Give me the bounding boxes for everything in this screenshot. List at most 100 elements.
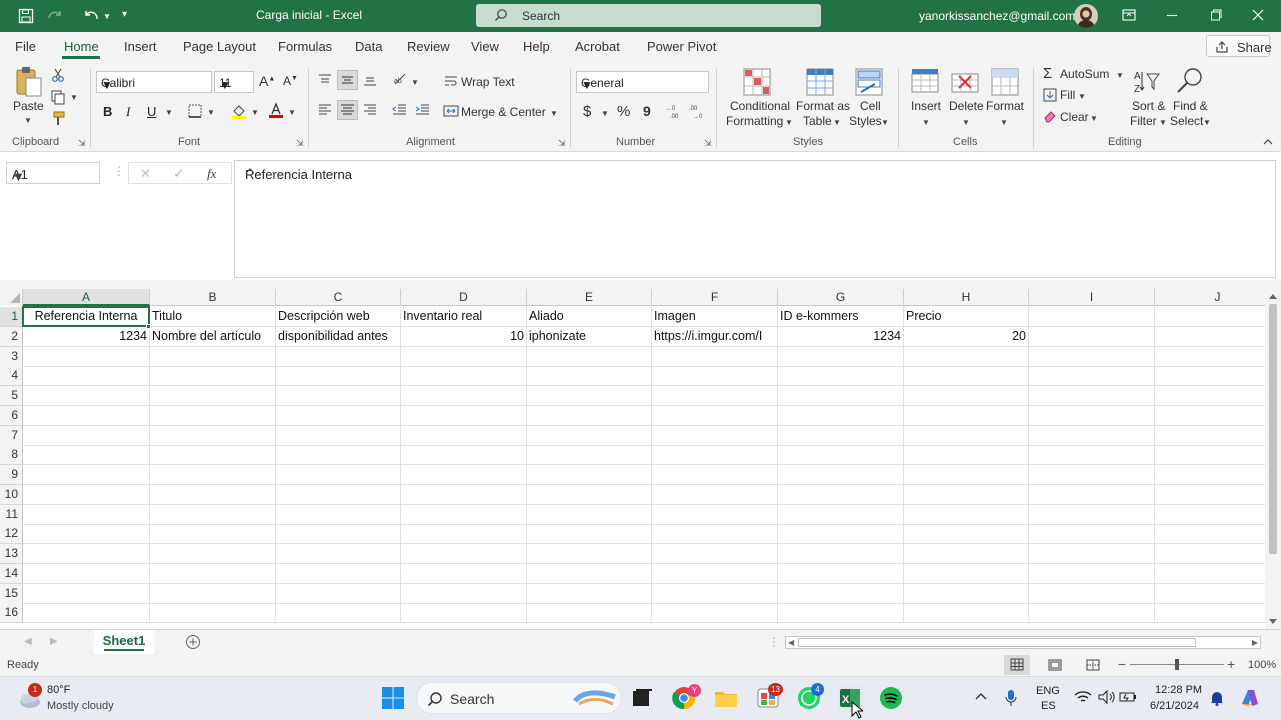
row-header-13[interactable]: 13 [0, 544, 23, 564]
cell-e4[interactable] [527, 366, 652, 387]
cell-a5[interactable] [23, 386, 150, 406]
column-header-a[interactable]: A [23, 289, 150, 306]
cell-e7[interactable] [527, 425, 652, 446]
clock-time[interactable]: 12:28 PM [1155, 684, 1202, 696]
sort-filter-button[interactable]: AZ Sort & Filter ▼ [1127, 66, 1167, 132]
align-middle-icon[interactable] [337, 70, 358, 90]
cell-d1[interactable]: Inventario real [401, 307, 527, 327]
cell-i2[interactable] [1029, 326, 1155, 347]
number-launcher-icon[interactable]: ⇲ [704, 138, 712, 149]
row-header-15[interactable]: 15 [0, 583, 23, 604]
column-header-h[interactable]: H [904, 289, 1029, 306]
cell-a7[interactable] [23, 425, 150, 446]
page-layout-view-icon[interactable] [1048, 659, 1062, 671]
cell-h14[interactable] [904, 563, 1029, 584]
align-center-icon[interactable] [337, 100, 358, 120]
fill-color-dropdown-icon[interactable]: ▼ [251, 108, 259, 117]
format-cells-button[interactable]: Format ▼ [985, 66, 1027, 132]
clear-button[interactable]: Clear [1060, 110, 1089, 124]
row-header-11[interactable]: 11 [0, 504, 23, 525]
tab-data[interactable]: Data [355, 39, 382, 54]
cell-a12[interactable] [23, 524, 150, 545]
tab-view[interactable]: View [471, 39, 499, 54]
cell-d15[interactable] [401, 583, 527, 604]
bold-button[interactable]: B [103, 104, 112, 119]
notification-bell-icon[interactable] [1210, 690, 1224, 706]
cell-g11[interactable] [778, 504, 904, 525]
tab-formulas[interactable]: Formulas [278, 39, 332, 54]
align-top-icon[interactable] [317, 73, 333, 87]
cell-f16[interactable] [652, 603, 778, 624]
cut-icon[interactable] [50, 67, 66, 83]
cell-h16[interactable] [904, 603, 1029, 624]
prev-sheet-icon[interactable]: ◀ [24, 636, 32, 647]
column-header-c[interactable]: C [276, 289, 401, 306]
worksheet-grid[interactable]: A B C D E F G H I J 1 Referencia Interna T… [0, 289, 1265, 629]
confirm-entry-icon[interactable]: ✓ [173, 165, 185, 182]
cell-e16[interactable] [527, 603, 652, 624]
cell-i14[interactable] [1029, 563, 1155, 584]
cell-f14[interactable] [652, 563, 778, 584]
cell-c1[interactable]: Descripción web [276, 307, 401, 327]
cell-d6[interactable] [401, 405, 527, 426]
cell-f11[interactable] [652, 504, 778, 525]
font-family-select[interactable]: Calibri ▼ [96, 71, 212, 93]
horizontal-scroll-thumb[interactable] [798, 638, 1196, 647]
cell-d7[interactable] [401, 425, 527, 446]
cell-i7[interactable] [1029, 425, 1155, 446]
cell-h1[interactable]: Precio [904, 307, 1029, 327]
add-sheet-icon[interactable] [185, 634, 201, 650]
row-header-5[interactable]: 5 [0, 386, 23, 406]
taskbar-search[interactable]: Search [416, 682, 622, 714]
cell-g5[interactable] [778, 386, 904, 406]
insert-cells-button[interactable]: Insert ▼ [906, 66, 946, 132]
windows-start-icon[interactable] [381, 686, 405, 710]
cell-i13[interactable] [1029, 544, 1155, 564]
cell-c2[interactable]: disponibilidad antes [276, 326, 401, 347]
font-size-select[interactable]: 11 ▼ [214, 71, 254, 93]
scroll-right-icon[interactable]: ▶ [1252, 638, 1258, 647]
increase-decimal-icon[interactable]: ←0.00 [666, 103, 682, 119]
cell-i4[interactable] [1029, 366, 1155, 387]
merge-center-button[interactable]: Merge & Center [461, 105, 546, 119]
cell-e11[interactable] [527, 504, 652, 525]
cell-b3[interactable] [150, 346, 276, 367]
currency-dropdown-icon[interactable]: ▼ [601, 109, 609, 118]
font-color-dropdown-icon[interactable]: ▼ [288, 108, 296, 117]
cell-a11[interactable] [23, 504, 150, 525]
cell-e5[interactable] [527, 386, 652, 406]
autosum-dropdown-icon[interactable]: ▼ [1116, 71, 1124, 80]
find-select-button[interactable]: Find & Select ▼ [1169, 66, 1213, 132]
cell-i1[interactable] [1029, 307, 1155, 327]
cancel-entry-icon[interactable]: ✕ [140, 166, 151, 182]
cell-c12[interactable] [276, 524, 401, 545]
cell-c10[interactable] [276, 484, 401, 505]
avatar[interactable] [1074, 4, 1098, 28]
cell-a2[interactable]: 1234 [23, 326, 150, 347]
cell-g4[interactable] [778, 366, 904, 387]
cell-d13[interactable] [401, 544, 527, 564]
cell-c13[interactable] [276, 544, 401, 564]
cell-h5[interactable] [904, 386, 1029, 406]
language-secondary[interactable]: ES [1041, 700, 1056, 712]
cell-j14[interactable] [1155, 564, 1265, 584]
cell-i16[interactable] [1029, 603, 1155, 624]
cell-f1[interactable]: Imagen [652, 307, 778, 327]
cell-f12[interactable] [652, 524, 778, 545]
cell-b6[interactable] [150, 405, 276, 426]
account-email[interactable]: yanorkissanchez@gmail.com [919, 9, 1075, 23]
cell-d12[interactable] [401, 524, 527, 545]
delete-cells-button[interactable]: Delete ▼ [946, 66, 986, 132]
column-header-d[interactable]: D [401, 289, 527, 306]
next-sheet-icon[interactable]: ▶ [50, 636, 58, 647]
row-header-4[interactable]: 4 [0, 366, 23, 387]
scroll-down-icon[interactable] [1268, 618, 1278, 626]
fill-button[interactable]: Fill [1060, 88, 1075, 102]
cell-a6[interactable] [23, 405, 150, 426]
cell-e2[interactable]: iphonizate [527, 326, 652, 347]
column-header-f[interactable]: F [652, 289, 778, 306]
cell-h12[interactable] [904, 524, 1029, 545]
cell-b4[interactable] [150, 366, 276, 387]
cell-g12[interactable] [778, 524, 904, 545]
alignment-launcher-icon[interactable]: ⇲ [558, 138, 566, 149]
